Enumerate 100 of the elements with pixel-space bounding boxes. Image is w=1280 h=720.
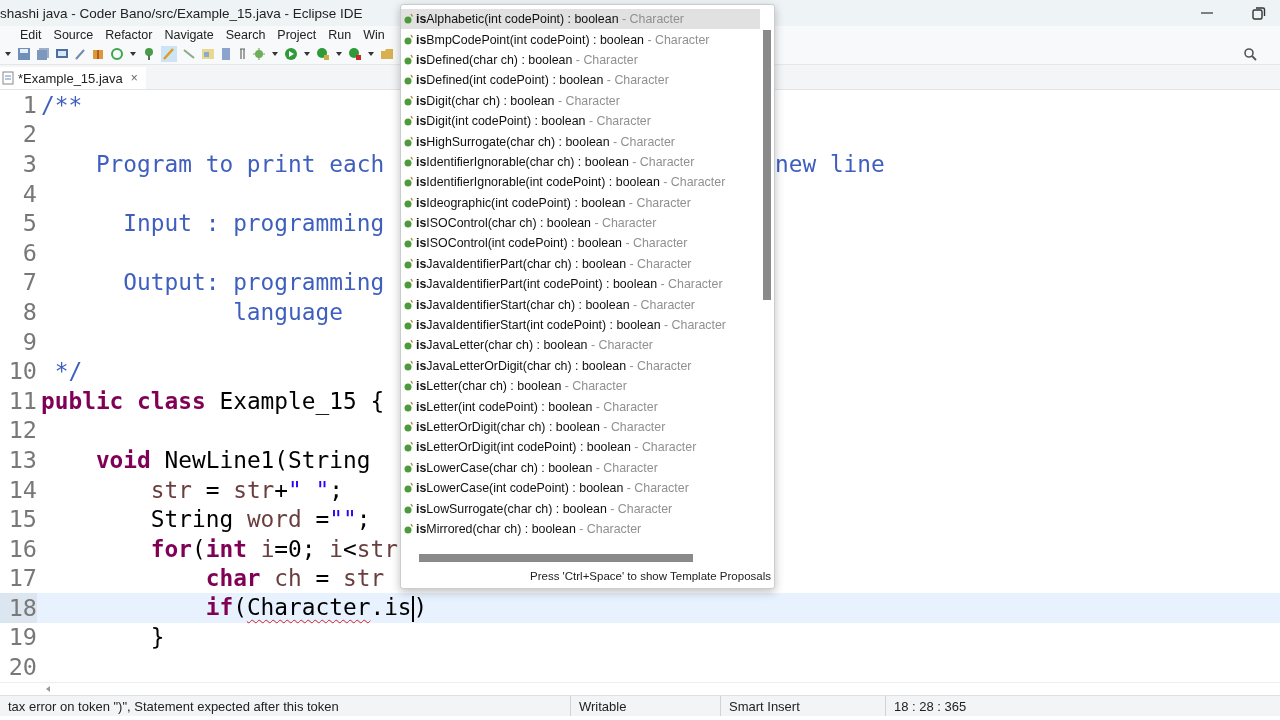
scroll-left-icon[interactable]	[44, 685, 52, 693]
folder-icon[interactable]	[380, 47, 394, 61]
completion-item[interactable]: isJavaIdentifierStart(int codePoint) : boolean - Character	[401, 314, 760, 336]
method-icon	[404, 53, 414, 66]
dropdown-caret-icon[interactable]	[129, 50, 137, 58]
package-icon[interactable]	[91, 47, 105, 61]
line-number: 17	[7, 563, 37, 594]
completion-item[interactable]: isIdeographic(int codePoint) : boolean - Character	[401, 192, 760, 213]
menu-item[interactable]: Refactor	[99, 28, 159, 42]
menu-item[interactable]: Navigate	[158, 28, 220, 42]
method-icon	[404, 217, 414, 230]
code-line: if(Character.is)	[204, 594, 428, 622]
code-line: */	[53, 358, 83, 385]
line-number: 14	[7, 474, 37, 505]
panel-icon[interactable]	[220, 47, 232, 61]
dropdown-caret-icon[interactable]	[303, 50, 311, 58]
menu-item[interactable]: Source	[47, 28, 100, 42]
method-icon	[404, 298, 414, 311]
completion-item[interactable]: isJavaIdentifierPart(int codePoint) : boolean - Character	[401, 274, 760, 295]
status-mode: Writable	[570, 696, 720, 716]
line-number: 16	[7, 533, 37, 564]
code-line: String word ="";	[149, 506, 371, 533]
restore-icon[interactable]	[1252, 6, 1266, 20]
completion-item[interactable]: isLowerCase(int codePoint) : boolean - Character	[401, 478, 760, 499]
completion-item[interactable]: isIdentifierIgnorable(int codePoint) : boolean - Character	[401, 172, 760, 193]
method-icon	[404, 461, 414, 474]
save-all-icon[interactable]	[36, 47, 50, 61]
code-line: Input : programming	[122, 210, 385, 237]
menu-item[interactable]: Edit	[14, 28, 48, 42]
method-icon	[404, 176, 414, 189]
run-config-icon[interactable]	[316, 47, 330, 61]
completion-item[interactable]: isJavaLetter(char ch) : boolean - Character	[401, 335, 760, 356]
completion-item[interactable]: isDigit(char ch) : boolean - Character	[401, 90, 760, 111]
method-icon	[404, 94, 414, 107]
file-icon[interactable]	[2, 71, 14, 85]
menu-item[interactable]: Search	[219, 28, 272, 42]
method-icon	[404, 400, 414, 413]
dropdown-caret-icon[interactable]	[4, 50, 12, 58]
completion-item[interactable]: isLowerCase(char ch) : boolean - Character	[401, 457, 760, 478]
method-icon	[404, 115, 414, 128]
menu-item[interactable]: Project	[271, 28, 323, 42]
line-number: 3	[21, 149, 37, 179]
completion-item[interactable]: isJavaIdentifierPart(char ch) : boolean - Character	[401, 253, 760, 275]
method-icon	[404, 196, 414, 209]
method-icon	[404, 441, 414, 454]
status-position: 18 : 28 : 365	[885, 696, 1055, 716]
completion-item[interactable]: isIdentifierIgnorable(char ch) : boolean - Character	[401, 151, 760, 173]
menu-item[interactable]: Win	[357, 28, 391, 42]
method-icon	[404, 74, 414, 87]
method-icon	[404, 155, 414, 168]
line-number: 1	[21, 90, 37, 120]
method-icon	[404, 502, 414, 515]
code-line: }	[149, 624, 165, 651]
dropdown-caret-icon[interactable]	[271, 50, 279, 58]
line-number: 12	[7, 415, 37, 446]
completion-item[interactable]: isISOControl(char ch) : boolean - Character	[401, 212, 760, 234]
completion-item[interactable]: isDigit(int codePoint) : boolean - Character	[401, 110, 760, 132]
code-line: Program to print each	[94, 151, 385, 177]
monitor-icon[interactable]	[55, 47, 69, 61]
completion-item[interactable]: isLetterOrDigit(int codePoint) : boolean - Character	[401, 437, 760, 458]
completion-item[interactable]: isJavaLetterOrDigit(char ch) : boolean - Character	[401, 355, 760, 377]
completion-item[interactable]: isAlphabetic(int codePoint) : boolean - Character	[401, 9, 760, 30]
line-number: 13	[7, 445, 37, 475]
code-line: public class Example_15 {	[41, 387, 385, 414]
stop-config-icon[interactable]	[348, 47, 362, 61]
completion-item[interactable]: isDefined(char ch) : boolean - Character	[401, 49, 760, 71]
search-icon[interactable]	[1243, 47, 1257, 61]
method-icon	[404, 33, 414, 46]
completion-item[interactable]: isBmpCodePoint(int codePoint) : boolean - Character	[401, 29, 760, 50]
completion-item[interactable]: isISOControl(int codePoint) : boolean - Character	[401, 233, 760, 254]
code-line: /**	[41, 91, 83, 118]
completion-item[interactable]: isLetterOrDigit(char ch) : boolean - Character	[401, 416, 760, 438]
code-line: Output: programming	[122, 269, 385, 296]
line-number: 10	[7, 356, 37, 386]
method-icon	[404, 421, 414, 433]
code-line: str = str+" ";	[149, 476, 343, 503]
method-icon	[404, 339, 414, 352]
code-line: language	[232, 298, 343, 325]
line-number: 8	[21, 297, 37, 327]
code-line: new line	[775, 151, 885, 177]
menu-item[interactable]: Run	[322, 28, 358, 42]
completion-item[interactable]: isLetter(int codePoint) : boolean - Character	[401, 396, 760, 417]
image-icon[interactable]	[201, 47, 215, 61]
pilcrow-icon[interactable]	[237, 47, 247, 61]
run-icon[interactable]	[284, 47, 298, 61]
completion-item[interactable]: isHighSurrogate(char ch) : boolean - Character	[401, 131, 760, 152]
completion-item[interactable]: isJavaIdentifierStart(char ch) : boolean - Character	[401, 294, 760, 315]
dropdown-caret-icon[interactable]	[335, 50, 343, 58]
pin-icon[interactable]	[142, 47, 156, 61]
completion-item[interactable]: isDefined(int codePoint) : boolean - Character	[401, 70, 760, 91]
dropdown-caret-icon[interactable]	[367, 50, 375, 58]
hint-text: Press 'Ctrl+Space' to show Template Proposals	[529, 569, 772, 584]
save-icon[interactable]	[17, 47, 31, 61]
line-number: 18	[0, 593, 37, 623]
editor-tab[interactable]: *Example_15.java ×	[0, 67, 146, 89]
code-line: char ch = str	[204, 565, 385, 592]
method-icon	[404, 257, 414, 270]
completion-item[interactable]: isLowSurrogate(char ch) : boolean - Character	[401, 498, 760, 519]
completion-item[interactable]: isMirrored(char ch) : boolean - Character	[401, 518, 760, 540]
completion-item[interactable]: isLetter(char ch) : boolean - Character	[401, 376, 760, 397]
